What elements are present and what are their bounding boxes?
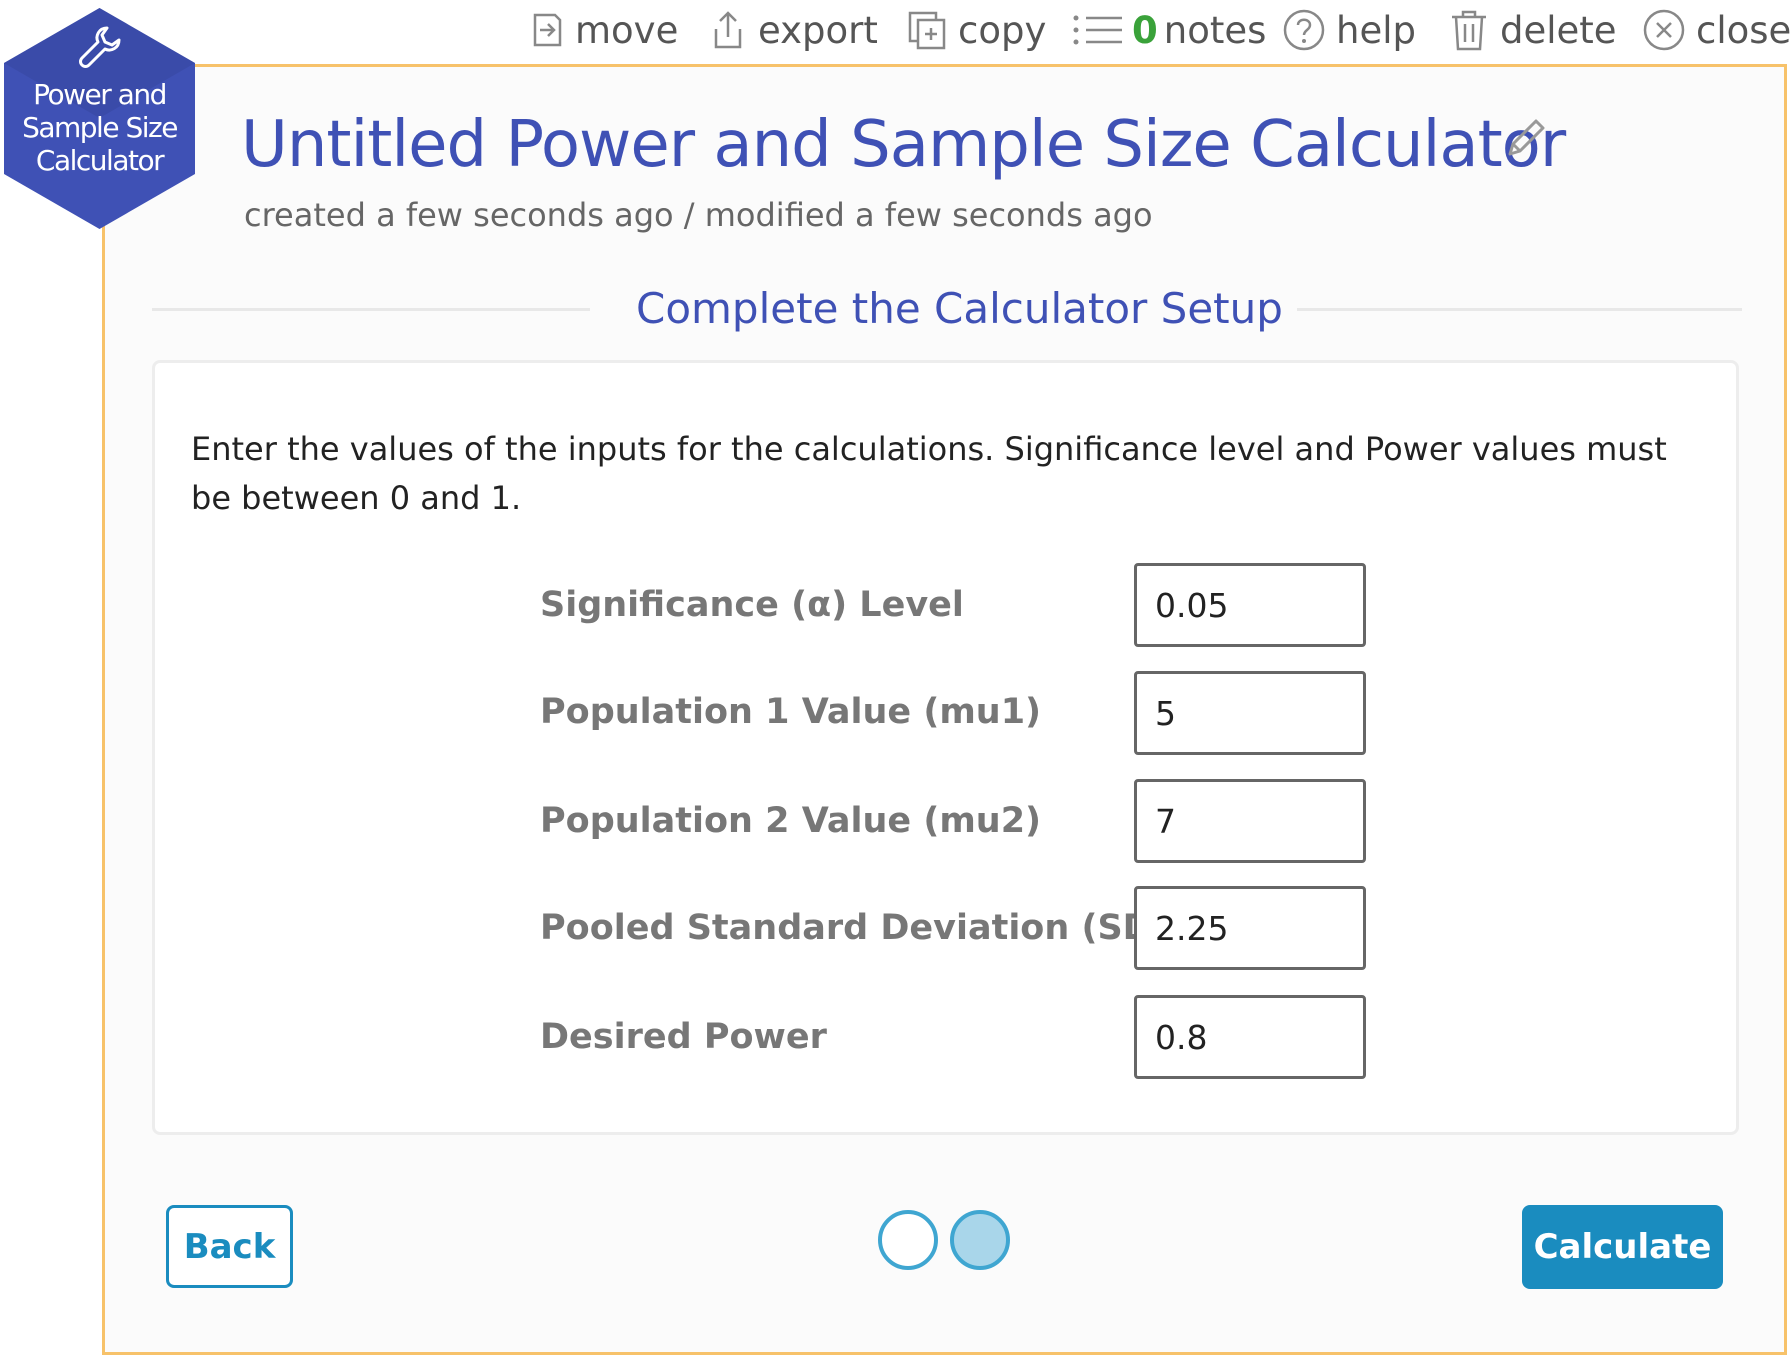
page-title: Untitled Power and Sample Size Calculato… (241, 108, 1566, 182)
help-icon (1283, 9, 1325, 51)
pencil-edit-icon[interactable] (1500, 116, 1548, 164)
population2-label: Population 2 Value (mu2) (540, 801, 1042, 841)
desired-power-input[interactable] (1134, 995, 1366, 1079)
export-label: export (758, 8, 878, 52)
notes-label: notes (1163, 8, 1267, 52)
copy-icon (908, 11, 946, 50)
population1-label: Population 1 Value (mu1) (540, 692, 1042, 732)
population1-input[interactable] (1134, 671, 1366, 755)
section-heading: Complete the Calculator Setup (152, 280, 1742, 340)
copy-label: copy (958, 8, 1047, 52)
delete-button[interactable]: delete (1448, 8, 1617, 52)
badge-label: Power and Sample Size Calculator (22, 78, 178, 177)
close-label: close (1696, 8, 1792, 52)
step-indicator-2[interactable] (950, 1210, 1010, 1270)
pooled-sd-label: Pooled Standard Deviation (SD) (540, 908, 1168, 948)
divider-line (152, 308, 590, 311)
help-label: help (1336, 8, 1416, 52)
copy-button[interactable]: copy (906, 8, 1046, 52)
back-button[interactable]: Back (166, 1205, 293, 1288)
trash-icon (1452, 10, 1486, 51)
help-button[interactable]: help (1282, 8, 1416, 52)
notes-button[interactable]: 0 notes (1070, 8, 1266, 52)
step-indicator-1[interactable] (878, 1210, 938, 1270)
wrench-icon (79, 26, 121, 68)
pooled-sd-input[interactable] (1134, 886, 1366, 970)
notes-count: 0 (1132, 8, 1158, 52)
population2-input[interactable] (1134, 779, 1366, 863)
move-button[interactable]: move (525, 8, 678, 52)
top-toolbar: move export copy 0 notes help delete clo… (0, 0, 1792, 62)
significance-input[interactable] (1134, 563, 1366, 647)
timestamps: created a few seconds ago / modified a f… (244, 196, 1153, 234)
significance-label: Significance (α) Level (540, 585, 964, 625)
setup-panel: Enter the values of the inputs for the c… (152, 360, 1739, 1135)
close-button[interactable]: close (1642, 8, 1791, 52)
desired-power-label: Desired Power (540, 1017, 827, 1057)
move-label: move (575, 8, 679, 52)
close-icon (1643, 9, 1685, 51)
export-button[interactable]: export (708, 8, 878, 52)
move-icon (533, 13, 562, 47)
calculate-button[interactable]: Calculate (1522, 1205, 1723, 1289)
section-title: Complete the Calculator Setup (636, 284, 1283, 333)
divider-line (1297, 308, 1742, 311)
delete-label: delete (1500, 8, 1617, 52)
instructions-text: Enter the values of the inputs for the c… (191, 430, 1667, 517)
calculator-type-badge: Power and Sample Size Calculator (2, 6, 197, 231)
notes-list-icon (1073, 15, 1122, 45)
export-icon (714, 11, 742, 49)
